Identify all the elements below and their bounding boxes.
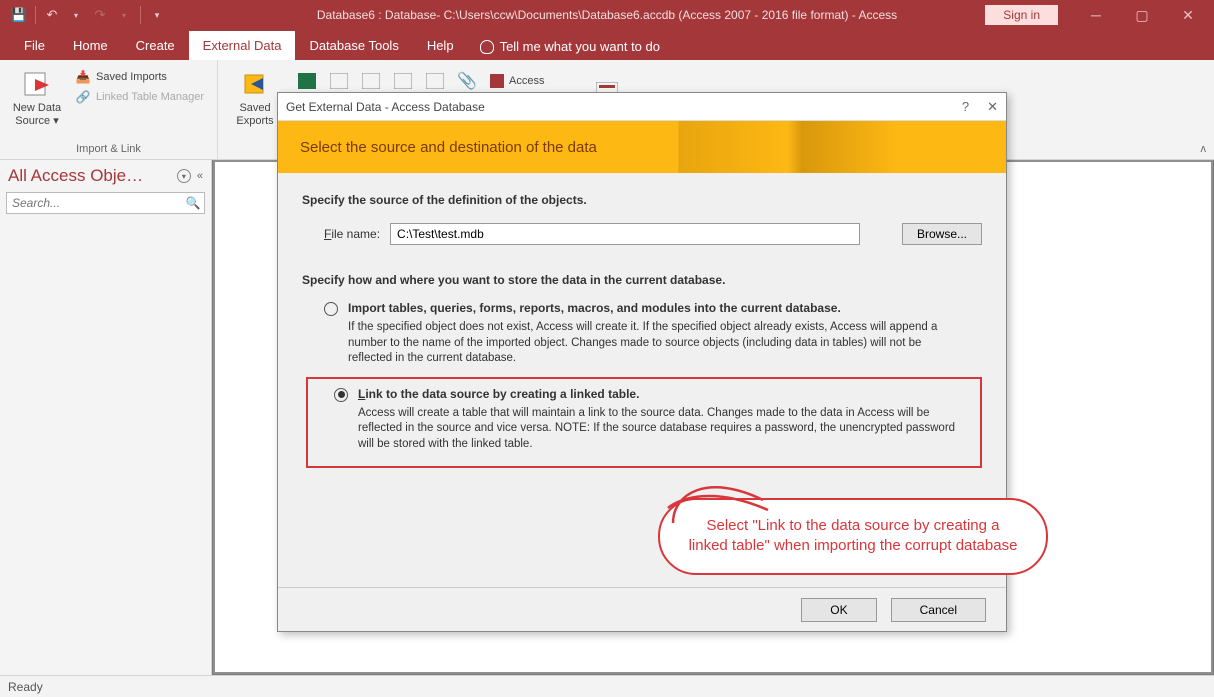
minimize-icon[interactable]: ─ xyxy=(1074,1,1118,29)
ribbon-group-label: Import & Link xyxy=(10,143,207,157)
highlight-box: Link to the data source by creating a li… xyxy=(306,377,982,469)
saved-imports-icon: 📥 xyxy=(75,69,91,85)
tab-create[interactable]: Create xyxy=(122,31,189,60)
new-data-source-label: New Data Source ▾ xyxy=(10,102,64,128)
dialog-banner: Select the source and destination of the… xyxy=(278,121,1006,173)
close-icon[interactable]: ✕ xyxy=(987,99,998,115)
linked-table-manager-label: Linked Table Manager xyxy=(96,91,204,103)
export-access-label: Access xyxy=(509,75,544,87)
redo-icon[interactable]: ↷ xyxy=(91,6,109,24)
signin-button[interactable]: Sign in xyxy=(985,5,1058,25)
specify-source-label: Specify the source of the definition of … xyxy=(302,193,982,207)
saved-exports-icon xyxy=(239,68,271,100)
option-link-label: Link to the data source by creating a li… xyxy=(358,387,639,401)
tab-file[interactable]: File xyxy=(10,31,59,60)
linked-table-manager-button: 🔗 Linked Table Manager xyxy=(72,88,207,106)
tellme-search[interactable]: Tell me what you want to do xyxy=(468,33,672,60)
option-import-desc: If the specified object does not exist, … xyxy=(348,320,968,367)
export-pdf-icon[interactable] xyxy=(390,70,416,92)
titlebar-controls: Sign in ─ ▢ ✕ xyxy=(985,1,1214,29)
bulb-icon xyxy=(480,40,494,54)
tab-database-tools[interactable]: Database Tools xyxy=(295,31,412,60)
option-import-label: Import tables, queries, forms, reports, … xyxy=(348,301,841,315)
saved-exports-button[interactable]: Saved Exports xyxy=(228,64,282,128)
dialog-body: Specify the source of the definition of … xyxy=(278,173,1006,587)
window-title: Database6 : Database- C:\Users\ccw\Docum… xyxy=(317,8,897,22)
ribbon-group-import-link: New Data Source ▾ 📥 Saved Imports 🔗 Link… xyxy=(0,60,218,159)
tab-external-data[interactable]: External Data xyxy=(189,31,296,60)
close-icon[interactable]: ✕ xyxy=(1166,1,1210,29)
nav-title[interactable]: All Access Obje… xyxy=(8,166,173,186)
chevron-down-icon[interactable]: ▾ xyxy=(67,6,85,24)
customize-qat-icon[interactable]: ▾ xyxy=(148,6,166,24)
quick-access-toolbar: 💾 ↶ ▾ ↷ ▾ ▾ xyxy=(0,6,166,24)
help-icon[interactable]: ? xyxy=(962,99,969,115)
saved-exports-label: Saved Exports xyxy=(228,102,282,128)
filename-input[interactable] xyxy=(390,223,860,245)
new-data-source-button[interactable]: New Data Source ▾ xyxy=(10,64,64,128)
menubar: File Home Create External Data Database … xyxy=(0,30,1214,60)
database-import-icon xyxy=(21,68,53,100)
access-icon xyxy=(489,73,505,89)
export-text-icon[interactable] xyxy=(326,70,352,92)
option-link[interactable]: Link to the data source by creating a li… xyxy=(334,387,970,453)
attach-icon[interactable]: 📎 xyxy=(454,70,480,92)
export-email-icon[interactable] xyxy=(422,70,448,92)
qat-separator xyxy=(140,6,141,24)
radio-icon[interactable] xyxy=(324,302,338,316)
search-input[interactable] xyxy=(7,193,182,213)
option-link-desc: Access will create a table that will mai… xyxy=(358,406,970,453)
ok-button[interactable]: OK xyxy=(801,598,876,622)
nav-filter-icon[interactable]: ▾ xyxy=(177,169,191,183)
qat-separator xyxy=(35,6,36,24)
cancel-button[interactable]: Cancel xyxy=(891,598,986,622)
option-import[interactable]: Import tables, queries, forms, reports, … xyxy=(324,301,982,367)
tab-home[interactable]: Home xyxy=(59,31,122,60)
browse-button[interactable]: Browse... xyxy=(902,223,982,245)
filename-label: File name: xyxy=(324,227,380,241)
linked-table-icon: 🔗 xyxy=(75,89,91,105)
saved-imports-button[interactable]: 📥 Saved Imports xyxy=(72,68,207,86)
saved-imports-label: Saved Imports xyxy=(96,71,167,83)
export-excel-icon[interactable] xyxy=(294,70,320,92)
statusbar: Ready xyxy=(0,675,1214,697)
search-icon[interactable]: 🔍 xyxy=(182,193,204,213)
radio-icon[interactable] xyxy=(334,388,348,402)
status-text: Ready xyxy=(8,680,43,694)
dialog-banner-text: Select the source and destination of the… xyxy=(300,139,597,156)
nav-search: 🔍 xyxy=(6,192,205,214)
collapse-ribbon-icon[interactable]: ʌ xyxy=(1201,143,1207,155)
undo-icon[interactable]: ↶ xyxy=(43,6,61,24)
titlebar: 💾 ↶ ▾ ↷ ▾ ▾ Database6 : Database- C:\Use… xyxy=(0,0,1214,30)
tellme-label: Tell me what you want to do xyxy=(500,39,660,54)
specify-store-label: Specify how and where you want to store … xyxy=(302,273,982,287)
export-access-button[interactable]: Access xyxy=(486,70,547,92)
import-dialog: Get External Data - Access Database ? ✕ … xyxy=(277,92,1007,632)
dialog-titlebar[interactable]: Get External Data - Access Database ? ✕ xyxy=(278,93,1006,121)
dialog-title: Get External Data - Access Database xyxy=(286,100,485,114)
navigation-pane: All Access Obje… ▾ « 🔍 xyxy=(0,160,212,675)
save-icon[interactable]: 💾 xyxy=(10,6,28,24)
chevron-down-icon[interactable]: ▾ xyxy=(115,6,133,24)
export-xml-icon[interactable] xyxy=(358,70,384,92)
filename-row: File name: Browse... xyxy=(324,223,982,245)
maximize-icon[interactable]: ▢ xyxy=(1120,1,1164,29)
tab-help[interactable]: Help xyxy=(413,31,468,60)
nav-collapse-icon[interactable]: « xyxy=(197,170,203,182)
dialog-footer: OK Cancel xyxy=(278,587,1006,631)
